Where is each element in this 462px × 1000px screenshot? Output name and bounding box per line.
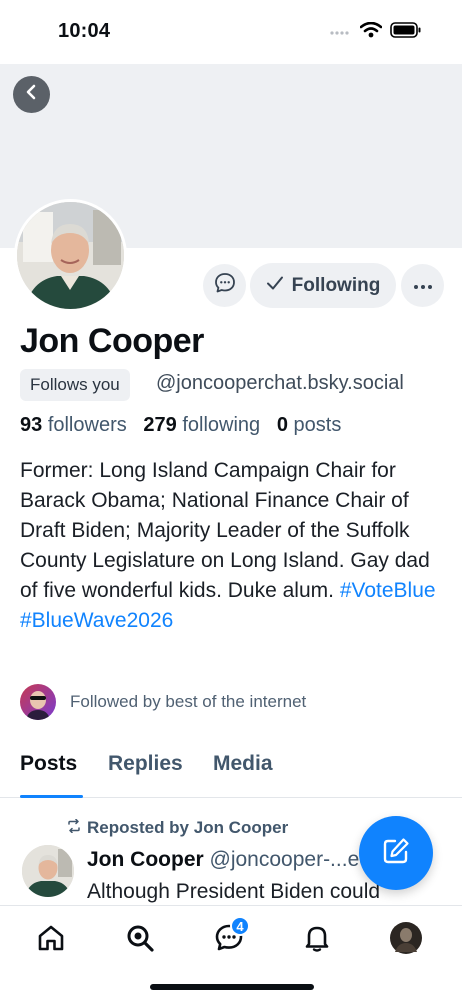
message-button[interactable] [203, 264, 246, 307]
action-row [203, 263, 246, 308]
tab-replies[interactable]: Replies [108, 752, 183, 776]
post-author-name: Jon Cooper [87, 848, 204, 871]
followers-count: 93 [20, 414, 43, 436]
chat-unread-badge: 4 [230, 916, 250, 936]
bell-icon [302, 923, 332, 958]
hashtag-link[interactable]: #VoteBlue [340, 579, 436, 602]
repost-label-row[interactable]: Reposted by Jon Cooper [67, 818, 288, 838]
posts-count: 0 [276, 414, 288, 436]
wifi-icon [359, 21, 383, 43]
post-author[interactable]: Jon Cooper @joncooper-...ed [87, 848, 371, 872]
follower-avatar [20, 684, 56, 720]
battery-icon [390, 22, 422, 43]
post-author-handle: @joncooper-...ed [209, 848, 371, 871]
following-button-label: Following [291, 274, 381, 296]
more-row [401, 263, 444, 308]
tab-media[interactable]: Media [213, 752, 273, 776]
chat-bubble-icon [214, 272, 236, 299]
status-time: 10:04 [58, 20, 111, 42]
status-bar: 10:04 [0, 0, 462, 64]
nav-home[interactable] [33, 922, 69, 958]
profile-avatar[interactable] [14, 199, 127, 312]
hashtag-link[interactable]: #BlueWave2026 [20, 609, 173, 632]
checkmark-icon [266, 274, 284, 298]
following-link[interactable]: 279 following [143, 414, 260, 436]
followed-by-row[interactable]: Followed by best of the internet [20, 684, 306, 720]
repost-icon [67, 818, 81, 838]
nav-notifications[interactable] [299, 922, 335, 958]
profile-stats: 93 followers 279 following 0 posts [20, 414, 341, 437]
home-indicator [150, 984, 314, 990]
followers-label: followers [47, 414, 127, 436]
nav-profile[interactable] [388, 921, 424, 959]
followed-by-text: Followed by best of the internet [70, 692, 307, 711]
profile-bio: Former: Long Island Campaign Chair for B… [20, 456, 445, 636]
compose-button[interactable] [359, 816, 433, 890]
following-count: 279 [143, 414, 177, 436]
signal-icon [330, 24, 352, 42]
posts-label: posts [293, 414, 342, 436]
nav-search[interactable] [122, 922, 158, 958]
posts-stat: 0 posts [277, 414, 342, 436]
search-icon [125, 923, 155, 958]
profile-avatar-icon [390, 921, 422, 959]
profile-name: Jon Cooper [20, 322, 204, 360]
following-button[interactable]: Following [250, 263, 396, 308]
followers-link[interactable]: 93 followers [20, 414, 127, 436]
compose-icon [381, 836, 411, 871]
profile-tabs: Posts Replies Media [0, 752, 462, 798]
chevron-left-icon [24, 84, 40, 105]
active-tab-indicator [20, 795, 83, 798]
tab-posts[interactable]: Posts [20, 752, 77, 776]
ellipsis-icon [413, 277, 433, 295]
status-icons [330, 21, 422, 43]
profile-handle: @joncooperchat.bsky.social [156, 372, 404, 394]
post-author-avatar[interactable] [22, 845, 74, 897]
repost-label: Reposted by Jon Cooper [87, 818, 289, 837]
follows-you-badge: Follows you [20, 369, 130, 401]
back-button[interactable] [13, 76, 50, 113]
following-label: following [182, 414, 261, 436]
post-text[interactable]: Although President Biden could [87, 880, 380, 904]
more-options-button[interactable] [401, 264, 444, 307]
home-icon [36, 923, 66, 958]
